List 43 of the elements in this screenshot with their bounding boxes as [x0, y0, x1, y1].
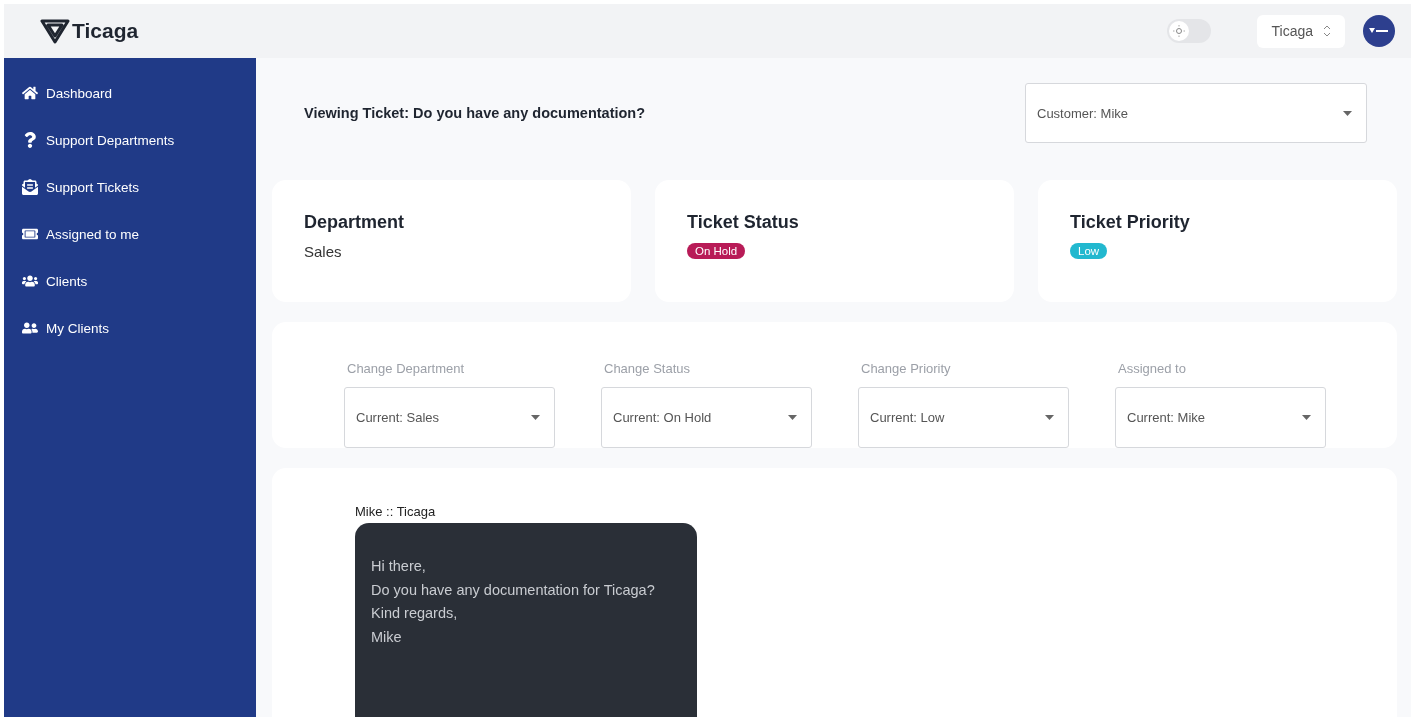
envelope-icon	[22, 179, 38, 195]
logo-text: Ticaga	[72, 19, 139, 43]
caret-icon	[1045, 415, 1054, 420]
users-icon	[22, 320, 38, 336]
card-heading: Ticket Status	[687, 212, 800, 233]
theme-toggle[interactable]	[1167, 19, 1212, 43]
organization-select[interactable]: Ticaga	[1257, 14, 1345, 48]
status-badge: Low	[1070, 243, 1108, 259]
customer-select[interactable]: Customer: Mike	[1025, 83, 1367, 143]
ticket-icon	[22, 226, 38, 242]
caret-icon	[531, 415, 540, 420]
sidebar-item[interactable]: Support Tickets	[22, 176, 256, 198]
dropdown-field[interactable]: Current: On Hold	[601, 387, 812, 448]
dropdown-field[interactable]: Current: Sales	[344, 387, 555, 448]
field-label: Assigned to	[1117, 361, 1187, 376]
sun-icon	[1173, 25, 1186, 37]
status-badge: On Hold	[687, 243, 746, 259]
field-label: Change Status	[603, 361, 691, 376]
users-icon	[22, 273, 38, 289]
sidebar-item[interactable]: Support Departments	[22, 129, 256, 151]
card-heading: Department	[304, 212, 406, 233]
home-icon	[22, 85, 38, 101]
ticket-title: Viewing Ticket: Do you have any documentation?	[304, 105, 646, 121]
logo-icon	[40, 18, 70, 44]
caret-icon	[788, 415, 797, 420]
sidebar-item[interactable]: Dashboard	[22, 82, 256, 104]
question-mark-icon	[22, 132, 38, 148]
avatar[interactable]	[1363, 15, 1395, 47]
sidebar-item[interactable]: Assigned to me	[22, 223, 256, 245]
card-heading: Ticket Priority	[1070, 212, 1191, 233]
card-value: Sales	[304, 243, 343, 260]
caret-icon	[1343, 110, 1352, 116]
message-author: Mike :: Ticaga	[355, 504, 437, 519]
field-label: Change Priority	[860, 361, 952, 376]
message-bubble: Hi there, Do you have any documentation for Ticaga? Kind regards, Mike	[355, 523, 697, 717]
sidebar-item[interactable]: My Clients	[22, 317, 256, 339]
dropdown-field[interactable]: Current: Mike	[1115, 387, 1326, 448]
chevron-icon	[1323, 25, 1331, 37]
logo-icon	[1369, 27, 1389, 35]
caret-icon	[1302, 415, 1311, 420]
field-label: Change Department	[346, 361, 466, 376]
dropdown-field[interactable]: Current: Low	[858, 387, 1069, 448]
sidebar-item[interactable]: Clients	[22, 270, 256, 292]
